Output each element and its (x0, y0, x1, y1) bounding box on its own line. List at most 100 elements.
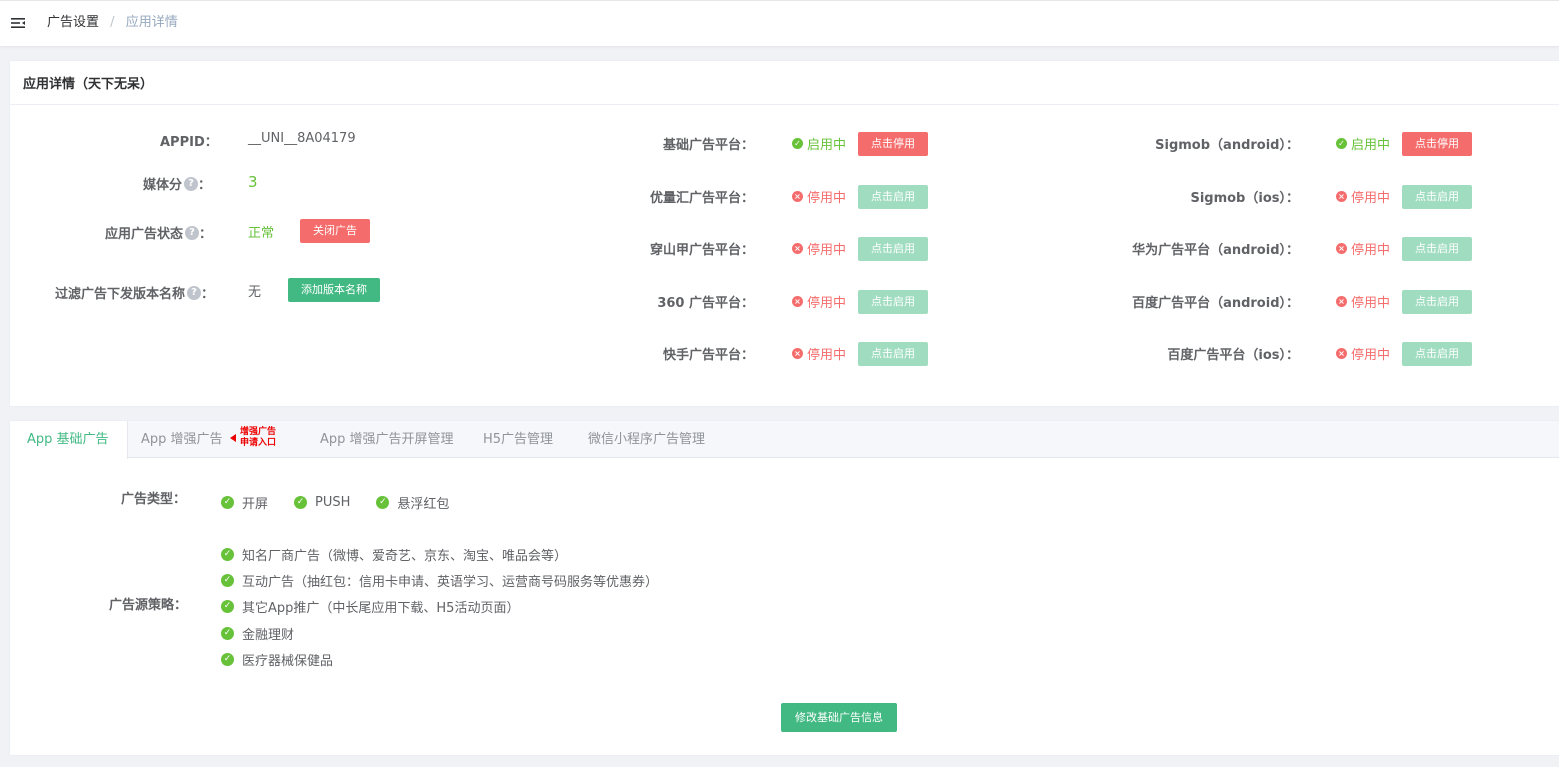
appid-value: __UNI__8A04179 (248, 131, 356, 146)
platform-label: 穿山甲广告平台： (649, 243, 754, 258)
arrow-left-icon (230, 434, 236, 442)
enable-platform-button[interactable]: 点击启用 (1402, 342, 1472, 366)
enable-platform-button[interactable]: 点击启用 (1402, 237, 1472, 261)
check-circle-icon: ✓ (221, 652, 234, 666)
platform-button-row: 点击启用 (1402, 342, 1472, 366)
enable-platform-button[interactable]: 点击启用 (858, 289, 928, 314)
platform-status: × 停用中 (1336, 292, 1390, 311)
ad-type-list: ✓ 开屏 ✓ PUSH ✓ 悬浮红包 (221, 493, 449, 512)
platform-status-row: × 停用中 (792, 187, 846, 206)
platform-label: 优量汇广告平台： (649, 190, 754, 206)
menu-fold-icon[interactable] (10, 15, 26, 31)
breadcrumb-separator: / (110, 15, 115, 30)
strategy-item: ✓ 互动广告（抽红包：信用卡申请、英语学习、运营商号码服务等优惠券） (221, 571, 658, 590)
add-version-name-button[interactable]: 添加版本名称 (288, 278, 380, 302)
enable-platform-button[interactable]: 点击启用 (858, 342, 928, 366)
breadcrumb-item-app-detail: 应用详情 (125, 15, 178, 30)
close-circle-icon: × (792, 295, 803, 307)
colon: ： (201, 287, 215, 302)
check-circle-icon: ✓ (221, 574, 234, 588)
strategy-item: ✓ 医疗器械保健品 (221, 650, 333, 669)
ad-tabs-card: App 基础广告 App 增强广告 增强广告 申请入口 App 增强广告开屏管理… (9, 420, 1559, 756)
ad-type-label-push: PUSH (315, 495, 351, 510)
strategy-text: 知名厂商广告（微博、爱奇艺、京东、淘宝、唯品会等） (242, 549, 568, 564)
ad-status-label: 应用广告状态 (105, 227, 184, 242)
filter-version-row: 过滤广告下发版本名称 ? ： (55, 283, 214, 302)
disable-platform-button[interactable]: 点击停用 (1402, 132, 1472, 156)
close-ad-button[interactable]: 关闭广告 (300, 219, 370, 243)
disable-platform-button[interactable]: 点击停用 (858, 132, 928, 156)
platform-button-row: 点击启用 (858, 342, 928, 366)
ad-type-label-float-redpacket: 悬浮红包 (397, 497, 450, 512)
platform-status-row: × 停用中 (1336, 292, 1390, 311)
platform-status-text: 启用中 (1351, 138, 1391, 153)
media-score-value-row: 3 (248, 173, 258, 191)
strategy-text: 金融理财 (242, 627, 295, 643)
platform-label-row: 基础广告平台： (663, 134, 754, 153)
ad-type-item: ✓ 悬浮红包 (376, 493, 449, 512)
platform-button-row: 点击启用 (1402, 237, 1472, 261)
enable-platform-button[interactable]: 点击启用 (1402, 184, 1472, 209)
platform-label: Sigmob（ios）： (1190, 190, 1299, 206)
close-circle-icon: × (1336, 190, 1347, 202)
check-circle-icon: ✓ (221, 600, 234, 614)
strategy-label: 广告源策略： (109, 598, 188, 613)
strategy-item-content: ✓ 金融理财 (221, 624, 294, 643)
enhanced-ad-annotation: 增强广告 申请入口 (230, 427, 276, 449)
platform-status-row: ✓ 启用中 (792, 134, 846, 153)
platform-button-row: 点击启用 (858, 184, 928, 209)
platform-button-row: 点击停用 (858, 132, 928, 156)
ad-status-value-row: 正常 关闭广告 (248, 219, 370, 243)
appid-value-row: __UNI__8A04179 (248, 131, 356, 146)
check-circle-icon: ✓ (1336, 138, 1347, 149)
platform-label: 快手广告平台： (662, 348, 754, 363)
colon: ： (198, 178, 212, 193)
edit-basic-ad-info-button[interactable]: 修改基础广告信息 (781, 703, 897, 732)
platform-status-row: × 停用中 (1336, 239, 1390, 258)
ad-type-label: 广告类型： (121, 492, 187, 507)
platform-status-text: 停用中 (807, 243, 847, 258)
strategy-item-content: ✓ 医疗器械保健品 (221, 650, 333, 669)
submit-row: 修改基础广告信息 (781, 703, 897, 732)
platform-label: Sigmob（android）： (1155, 138, 1299, 153)
tab-app-basic-ad[interactable]: App 基础广告 (10, 421, 128, 459)
platform-status-row: × 停用中 (792, 344, 846, 363)
platform-status: × 停用中 (792, 292, 846, 311)
ad-status-row: 应用广告状态 ? ： (105, 223, 212, 242)
tab-wechat-miniprogram-ad[interactable]: 微信小程序广告管理 (588, 421, 705, 458)
media-score-value: 3 (248, 173, 258, 191)
enable-platform-button[interactable]: 点击启用 (858, 237, 928, 261)
app-detail-card: 应用详情（天下无呆） APPID： __UNI__8A04179 媒体分 ? ：… (9, 60, 1559, 407)
question-circle-icon[interactable]: ? (184, 176, 199, 191)
platform-label: 360 广告平台： (657, 295, 754, 311)
tab-app-enhanced-ad[interactable]: App 增强广告 (141, 421, 223, 458)
tab-h5-ad[interactable]: H5广告管理 (483, 421, 553, 458)
question-circle-icon[interactable]: ? (185, 225, 200, 240)
strategy-item-content: ✓ 互动广告（抽红包：信用卡申请、英语学习、运营商号码服务等优惠券） (221, 571, 658, 590)
breadcrumb: 广告设置 / 应用详情 (47, 14, 178, 32)
close-circle-icon: × (792, 348, 803, 359)
appid-label: APPID： (160, 135, 218, 150)
strategy-item: ✓ 知名厂商广告（微博、爱奇艺、京东、淘宝、唯品会等） (221, 545, 567, 564)
annotation-line2: 申请入口 (240, 438, 277, 448)
check-circle-icon: ✓ (221, 626, 234, 640)
tab-bar: App 基础广告 App 增强广告 增强广告 申请入口 App 增强广告开屏管理… (10, 421, 1559, 459)
platform-label-row: 百度广告平台（ios）： (1167, 344, 1299, 363)
filter-version-value-row: 无 添加版本名称 (248, 278, 380, 302)
platform-status-text: 停用中 (1351, 190, 1391, 206)
top-navbar: 广告设置 / 应用详情 (0, 0, 1559, 46)
question-circle-icon[interactable]: ? (187, 285, 202, 300)
platform-label: 百度广告平台（ios）： (1167, 348, 1299, 363)
platform-status: × 停用中 (1336, 239, 1390, 258)
platform-status: × 停用中 (792, 239, 846, 258)
colon: ： (199, 227, 213, 242)
tab-app-enhanced-splash[interactable]: App 增强广告开屏管理 (320, 421, 454, 458)
breadcrumb-item-ad-settings[interactable]: 广告设置 (47, 15, 99, 30)
enable-platform-button[interactable]: 点击启用 (1402, 289, 1472, 314)
platform-label-row: 百度广告平台（android）： (1132, 292, 1299, 311)
platform-button-row: 点击启用 (858, 237, 928, 261)
platform-label-row: 穿山甲广告平台： (650, 239, 754, 258)
platform-button-row: 点击启用 (858, 289, 928, 314)
enable-platform-button[interactable]: 点击启用 (858, 184, 928, 209)
close-circle-icon: × (792, 190, 803, 202)
